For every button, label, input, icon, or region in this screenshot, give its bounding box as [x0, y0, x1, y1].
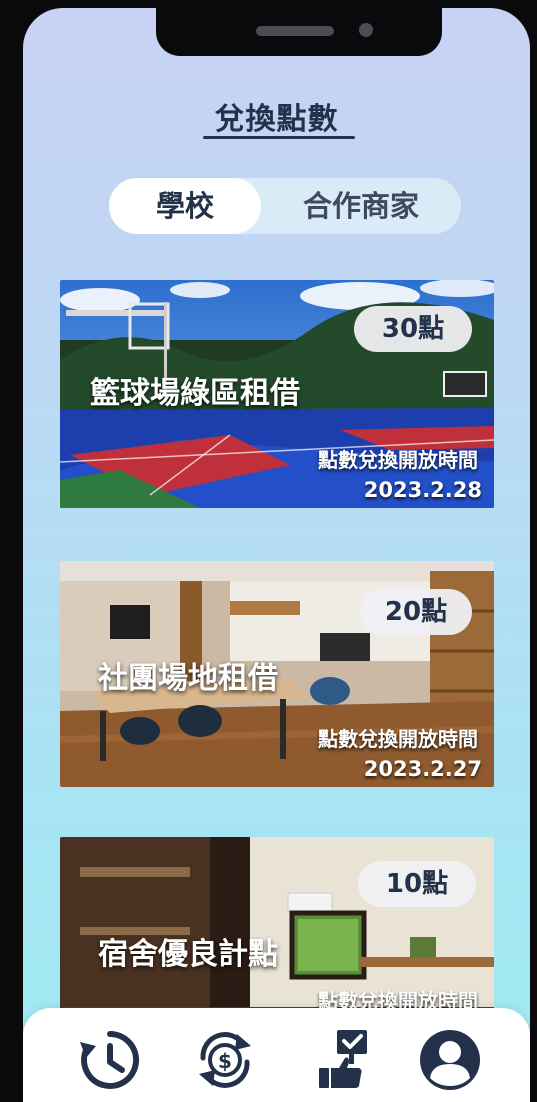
history-icon [80, 1031, 140, 1089]
points-badge: 30點 [354, 306, 472, 352]
device-notch [156, 8, 442, 56]
phone-frame: 兌換點數 學校 合作商家 30點 籃球場綠區租借 點數兌換開放時間 2023.2… [0, 0, 537, 1102]
segment-tabs: 學校 合作商家 [109, 178, 461, 234]
nav-history-button[interactable] [78, 1028, 142, 1092]
points-badge: 20點 [360, 589, 472, 635]
nav-tasks-button[interactable] [313, 1028, 377, 1092]
nav-profile-button[interactable] [418, 1028, 482, 1092]
card-title: 宿舍優良計點 [98, 937, 278, 972]
card-title: 籃球場綠區租借 [90, 376, 300, 411]
reward-card-dorm-points[interactable]: 10點 宿舍優良計點 點數兌換開放時間 [60, 837, 494, 1037]
user-profile-icon [420, 1030, 480, 1090]
open-date: 2023.2.27 [363, 757, 482, 781]
speaker-grille [256, 26, 334, 36]
reward-card-basketball-court[interactable]: 30點 籃球場綠區租借 點數兌換開放時間 2023.2.28 [60, 280, 494, 508]
open-time-label: 點數兌換開放時間 [318, 727, 478, 751]
open-date: 2023.2.28 [363, 478, 482, 502]
checklist-thumbs-up-icon [319, 1030, 367, 1088]
title-underline [203, 136, 355, 139]
front-camera [359, 23, 373, 37]
open-time-label: 點數兌換開放時間 [318, 448, 478, 472]
bottom-nav-bar: $ [23, 1008, 530, 1102]
page-title: 兌換點數 [214, 102, 339, 137]
points-badge: 10點 [358, 861, 476, 907]
currency-exchange-icon: $ [199, 1032, 251, 1088]
app-screen: 兌換點數 學校 合作商家 30點 籃球場綠區租借 點數兌換開放時間 2023.2… [23, 8, 530, 1102]
card-title: 社團場地租借 [98, 661, 278, 696]
reward-card-club-venue[interactable]: 20點 社團場地租借 點數兌換開放時間 2023.2.27 [60, 561, 494, 787]
nav-exchange-button[interactable]: $ [193, 1028, 257, 1092]
svg-text:$: $ [218, 1049, 232, 1073]
tab-school[interactable]: 學校 [109, 178, 261, 234]
tab-partner-merchants[interactable]: 合作商家 [261, 178, 461, 234]
